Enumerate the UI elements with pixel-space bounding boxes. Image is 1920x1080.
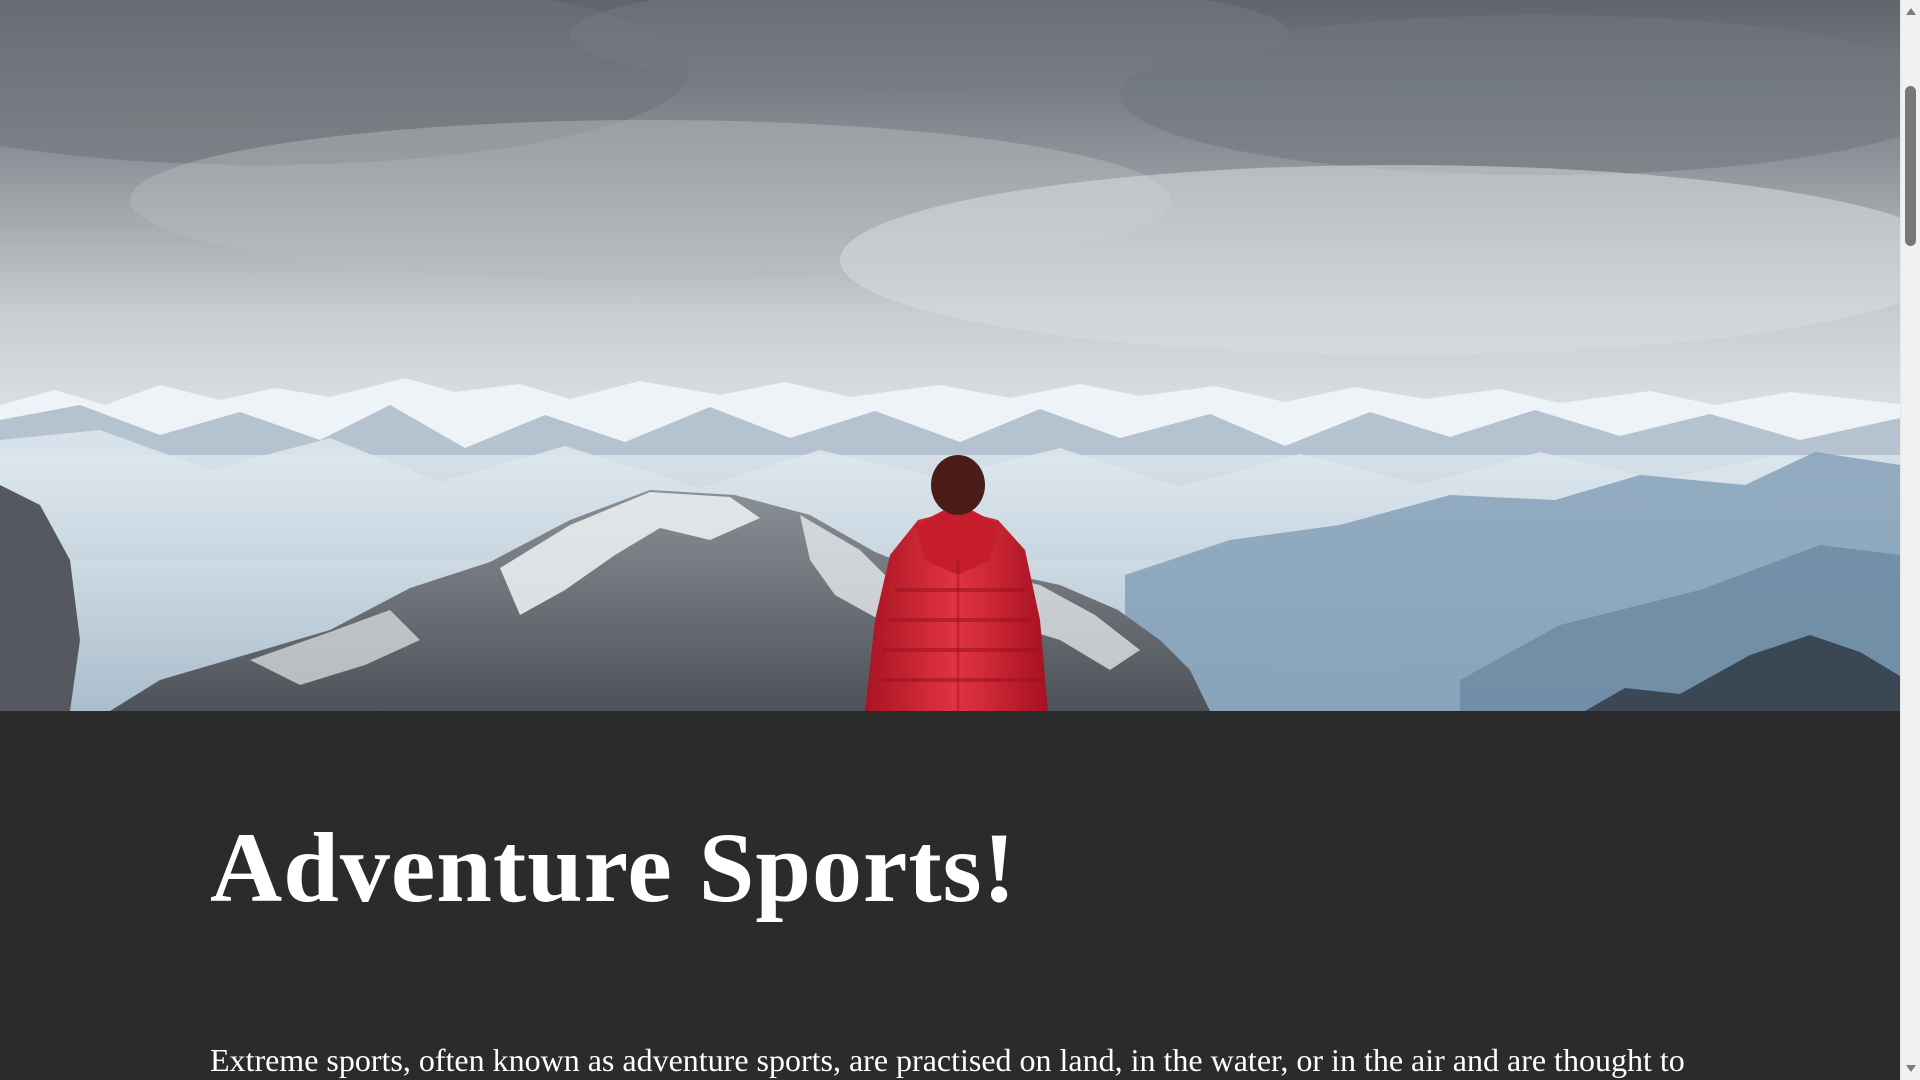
scrollbar-thumb[interactable] (1905, 86, 1916, 246)
main-content: Adventure Sports! Extreme sports, often … (210, 711, 1700, 1080)
intro-paragraph: Extreme sports, often known as adventure… (210, 1042, 1685, 1078)
scroll-up-arrow-icon[interactable] (1906, 8, 1916, 15)
hero-image (0, 0, 1900, 711)
scroll-down-arrow-icon[interactable] (1906, 1065, 1916, 1072)
page: Adventure Sports! Extreme sports, often … (0, 0, 1900, 1080)
vertical-scrollbar[interactable] (1900, 0, 1920, 1080)
page-title: Adventure Sports! (210, 812, 1017, 923)
